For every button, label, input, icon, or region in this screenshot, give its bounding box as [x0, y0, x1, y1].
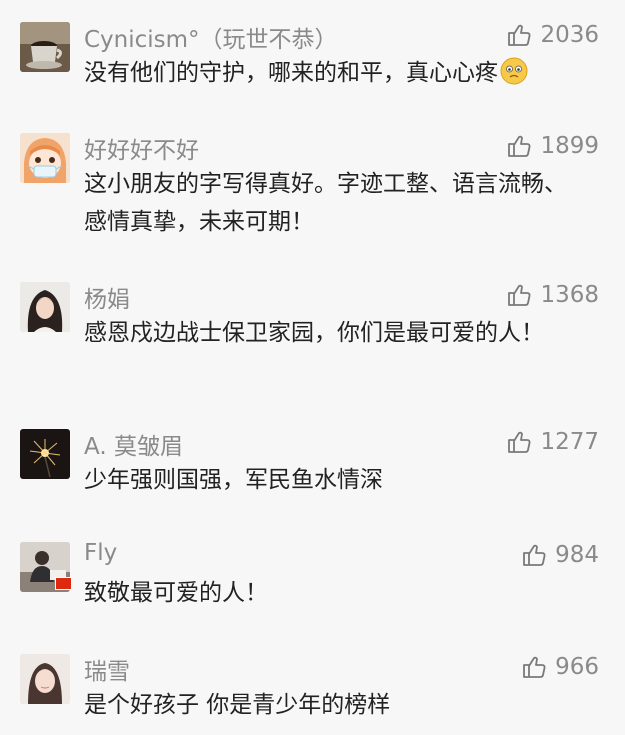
- comment-text: 这小朋友的字写得真好。字迹工整、语言流畅、感情真挚，未来可期！: [84, 171, 567, 235]
- avatar[interactable]: [20, 429, 70, 479]
- avatar[interactable]: [20, 282, 70, 332]
- like-button[interactable]: 2036: [506, 20, 599, 50]
- like-button[interactable]: 1277: [506, 427, 599, 457]
- comment-text: 是个好孩子 你是青少年的榜样: [84, 692, 391, 718]
- comment-username[interactable]: A. 莫皱眉: [84, 427, 183, 461]
- avatar[interactable]: [20, 133, 70, 183]
- sparkler-avatar: [20, 429, 70, 479]
- anime-girl-avatar: [20, 133, 70, 183]
- thumbs-up-icon: [508, 135, 531, 157]
- avatar[interactable]: [20, 22, 70, 72]
- comment-text: 致敬最可爱的人！: [84, 580, 268, 606]
- like-count: 1899: [540, 133, 599, 159]
- woman-portrait-avatar: [20, 282, 70, 332]
- girl-portrait-avatar: [20, 654, 70, 704]
- comment-text: 少年强则国强，军民鱼水情深: [84, 467, 383, 493]
- like-button[interactable]: 984: [521, 540, 599, 570]
- comment-list: Cynicism°（玩世不恭） 2036 没有他们的守护，哪来的和平，真心心疼: [0, 0, 625, 735]
- like-count: 2036: [540, 22, 599, 48]
- comment-text: 感恩戍边战士保卫家园，你们是最可爱的人！: [84, 320, 544, 346]
- like-count: 984: [555, 542, 599, 568]
- like-button[interactable]: 1368: [506, 280, 599, 310]
- comment-text: 没有他们的守护，哪来的和平，真心心疼: [84, 54, 584, 92]
- comment-username[interactable]: Fly: [84, 540, 117, 566]
- china-flag-icon: [55, 577, 72, 590]
- thumbs-up-icon: [508, 284, 531, 306]
- thumbs-up-icon: [508, 431, 531, 453]
- comment-username[interactable]: 好好好不好: [84, 131, 199, 165]
- worried-face-icon: [500, 57, 528, 85]
- like-count: 1368: [540, 282, 599, 308]
- thumbs-up-icon: [523, 544, 546, 566]
- avatar[interactable]: [20, 654, 70, 704]
- comment-text-content: 没有他们的守护，哪来的和平，真心心疼: [84, 60, 498, 86]
- like-count: 966: [555, 654, 599, 680]
- thumbs-up-icon: [508, 24, 531, 46]
- thumbs-up-icon: [523, 656, 546, 678]
- comment-username[interactable]: Cynicism°（玩世不恭）: [84, 20, 338, 54]
- comment-username[interactable]: 瑞雪: [84, 652, 130, 686]
- comment-username[interactable]: 杨娟: [84, 280, 130, 314]
- like-button[interactable]: 1899: [506, 131, 599, 161]
- like-button[interactable]: 966: [521, 652, 599, 682]
- like-count: 1277: [540, 429, 599, 455]
- coffee-cup-avatar: [20, 22, 70, 72]
